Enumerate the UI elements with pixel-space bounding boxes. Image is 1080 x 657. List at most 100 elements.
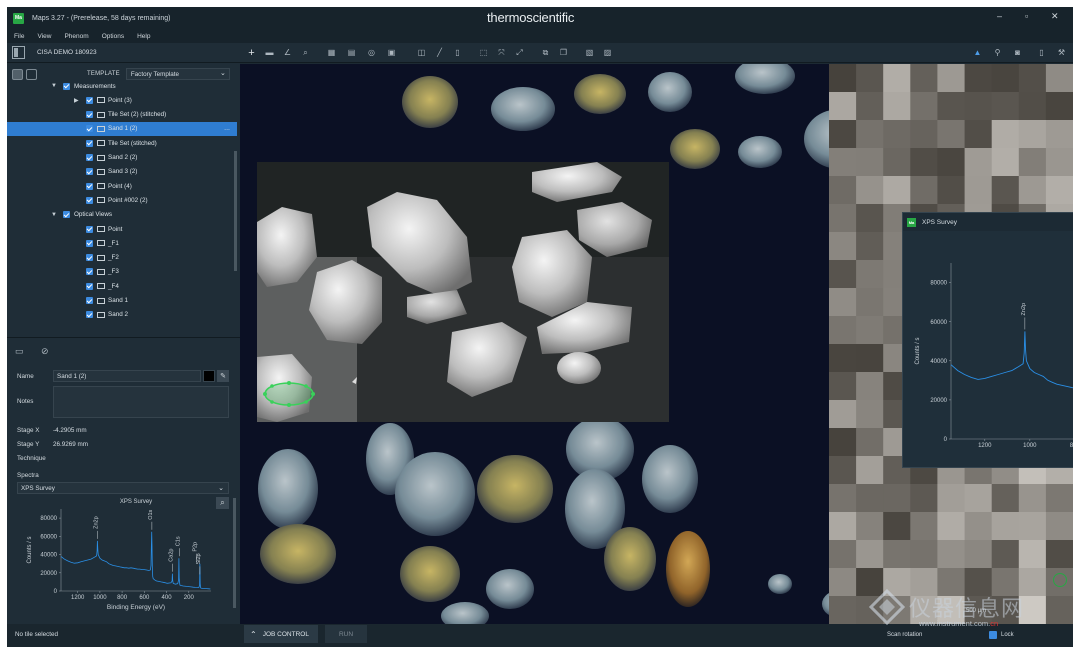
comment-icon[interactable]: ▭ [15,346,27,356]
notes-field[interactable] [53,386,229,418]
target-icon[interactable]: ◎ [366,47,377,58]
shapes-icon[interactable]: ▣ [386,47,397,58]
stack-icon[interactable]: ⧉ [540,47,551,58]
job-control-button[interactable]: ⌃ JOB CONTROL [244,625,318,643]
panel-toggle-icon[interactable] [12,46,25,59]
collapse-arrow-icon[interactable]: ▼ [51,212,57,218]
mosaic-tile [856,512,884,541]
compass-icon[interactable]: ⊘ [41,346,53,356]
tree-scrollbar[interactable] [234,151,237,271]
tree-checkbox[interactable] [86,254,93,262]
tree-item[interactable]: Point [7,222,237,236]
tree-item[interactable]: Tile Set (stitched) [7,136,237,150]
tree-item[interactable]: Sand 1 [7,294,237,308]
pen-icon[interactable]: ╱ [434,47,445,58]
menu-view[interactable]: View [37,33,51,40]
tree-checkbox[interactable] [63,83,70,90]
tree-checkbox[interactable] [63,211,70,219]
beam-icon[interactable]: ▲ [972,47,983,58]
tree-checkbox[interactable] [86,311,93,319]
tree-checkbox[interactable] [86,139,93,147]
rotation-indicator-icon[interactable] [1053,573,1067,587]
menu-options[interactable]: Options [102,33,124,40]
xps-survey-window[interactable]: Ma XPS Survey – ▫ ✕ XPS Survey 1200 1000 80… [902,212,1073,468]
select-area-icon[interactable]: ⬚ [478,47,489,58]
document-icon[interactable]: ▯ [452,47,463,58]
tree-item[interactable]: Sand 2 (2) [7,151,237,165]
name-field[interactable]: Sand 1 (2) [53,370,201,382]
tree-item[interactable]: _F2 [7,251,237,265]
tree-item[interactable]: _F3 [7,265,237,279]
tree-checkbox[interactable] [86,182,93,190]
snapshot-icon[interactable]: ◫ [416,47,427,58]
camera-icon[interactable]: ◙ [1012,47,1023,58]
collapse-arrow-icon[interactable]: ▼ [51,83,57,89]
tree-item[interactable]: Tile Set (2) (stitched) [7,108,237,122]
magnifier-icon[interactable]: ⌕ [300,47,311,58]
selection-handle[interactable] [311,392,315,396]
file-export-icon[interactable]: ▯ [1036,47,1047,58]
tree-checkbox[interactable] [86,111,93,119]
tree-checkbox[interactable] [86,225,93,233]
ruler-icon[interactable]: ▬ [264,47,275,58]
export-icon[interactable]: ▨ [602,47,613,58]
map-canvas[interactable]: Ma XPS Survey – ▫ ✕ XPS Survey 1200 1000 80… [240,64,1073,624]
close-icon[interactable]: ✕ [1051,11,1059,22]
grid-icon[interactable]: ▦ [326,47,337,58]
props-scrollbar[interactable] [233,498,236,608]
minimize-icon[interactable]: – [997,11,1002,21]
list-view-icon[interactable] [26,68,37,80]
selection-handle[interactable] [287,381,291,385]
tree-item[interactable]: ▼ Optical Views [7,208,237,222]
tree-checkbox[interactable] [86,282,93,290]
color-swatch[interactable] [203,370,215,382]
selection-handle[interactable] [304,384,308,388]
tree-item[interactable]: Sand 2 [7,308,237,322]
fit-icon[interactable]: ⤧ [496,47,507,58]
tree-item[interactable]: Point (4) [7,179,237,193]
spectra-select[interactable]: XPS Survey ⌄ [17,482,229,494]
expand-icon[interactable]: ⤢ [514,47,525,58]
layers-icon[interactable]: ▤ [346,47,357,58]
sem-image[interactable] [257,162,669,422]
tree-checkbox[interactable] [86,168,93,176]
tree-item[interactable]: _F1 [7,236,237,250]
menu-file[interactable]: File [14,33,24,40]
thumbnail-view-icon[interactable] [12,68,23,80]
maximize-icon[interactable]: ▫ [1025,11,1028,21]
angle-icon[interactable]: ∠ [282,47,293,58]
tree-item[interactable]: Sand 1 (2)... [7,121,237,136]
menu-help[interactable]: Help [137,33,150,40]
tree-item[interactable]: Point #002 (2) [7,193,237,207]
selection-handle[interactable] [304,400,308,404]
selection-handle[interactable] [270,400,274,404]
tree-item[interactable]: ▼ Measurements [7,83,237,93]
eyedropper-icon[interactable]: ✎ [217,370,229,382]
tree-checkbox[interactable] [86,268,93,276]
tree-checkbox[interactable] [86,96,93,104]
image-layer-icon [97,154,105,161]
lock-checkbox[interactable] [989,631,997,639]
tree-item[interactable]: Sand 3 (2) [7,165,237,179]
selection-handle[interactable] [263,392,267,396]
tree-item[interactable]: _F4 [7,279,237,293]
tree-item[interactable]: ▶ Point (3) [7,93,237,107]
mosaic-tile [910,484,938,513]
selection-handle[interactable] [287,403,291,407]
tree-checkbox[interactable] [86,154,93,161]
expand-arrow-icon[interactable]: ▶ [74,97,79,104]
tree-checkbox[interactable] [86,196,93,204]
tree-checkbox[interactable] [86,239,93,247]
tree-checkbox[interactable] [86,297,93,304]
image-icon[interactable]: ▧ [584,47,595,58]
more-options-icon[interactable]: ... [224,125,230,132]
stage-icon[interactable]: ⚲ [992,47,1003,58]
tools-icon[interactable]: ⚒ [1056,47,1067,58]
copy-icon[interactable]: ❐ [558,47,569,58]
run-button[interactable]: RUN [325,625,367,643]
tree-checkbox[interactable] [86,125,93,133]
add-icon[interactable]: + [246,47,257,59]
template-select[interactable]: Factory Template ⌄ [125,68,230,80]
menu-phenom[interactable]: Phenom [64,33,88,40]
selection-handle[interactable] [270,384,274,388]
